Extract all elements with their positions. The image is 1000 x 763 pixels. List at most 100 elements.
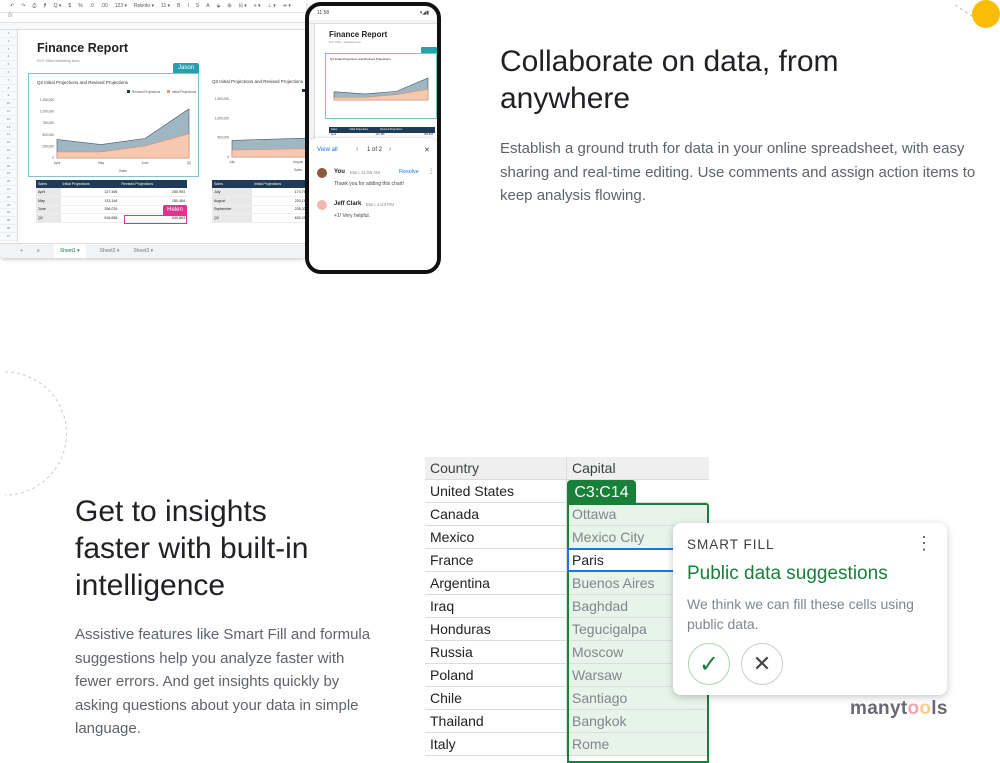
country-cell[interactable]: Iraq [425, 595, 567, 617]
avatar-you [317, 168, 327, 178]
x-axis-label: Sales [294, 168, 302, 172]
country-cell[interactable]: Canada [425, 503, 567, 525]
sheet-tab[interactable]: Sheet3 ▾ [133, 248, 153, 254]
toolbar-button[interactable]: ⬙ [217, 3, 221, 9]
table-cell[interactable]: 516,658 [60, 213, 120, 223]
initial-area [231, 148, 306, 158]
more-options-icon[interactable]: ⋮ [915, 533, 933, 554]
table-cell[interactable]: June [36, 205, 61, 214]
toolbar-button[interactable]: ⎙ [32, 3, 36, 9]
q2-chart-plot: 1,250,000 1,000,000 750,000 500,000 250,000 0… [40, 90, 197, 173]
reject-button[interactable]: ✕ [741, 643, 783, 685]
sheet-tab[interactable]: ≡ [37, 248, 40, 254]
x-axis-label: Sales [119, 169, 127, 173]
table-cell[interactable]: September [212, 205, 252, 214]
table-cell[interactable]: 150,464 [119, 196, 187, 206]
table-cell[interactable]: Q3 [212, 213, 252, 223]
toolbar-button[interactable]: ⇹ ▾ [283, 3, 291, 9]
toolbar-button[interactable]: ⁋ [43, 3, 46, 9]
table-cell[interactable]: 256,076 [60, 205, 120, 214]
close-icon: ✕ [752, 651, 772, 676]
country-cell[interactable]: Thailand [425, 710, 567, 732]
active-cell[interactable] [567, 548, 679, 572]
toolbar-button[interactable]: 123 ▾ [115, 3, 127, 9]
y-tick-label: 0 [227, 155, 229, 159]
table-cell[interactable]: 127,496 [60, 188, 120, 197]
country-cell[interactable]: Mexico [425, 526, 567, 548]
toolbar-button[interactable]: % [78, 3, 82, 9]
table-cell[interactable]: July [212, 188, 252, 197]
table-cell[interactable]: April [36, 188, 61, 197]
next-comment-button[interactable]: › [389, 146, 391, 153]
prev-comment-button[interactable]: ‹ [356, 146, 358, 153]
toolbar-button[interactable]: B [177, 3, 180, 9]
row-number: 4 [0, 53, 17, 62]
legend-entry: Initial Projections [172, 90, 197, 94]
toolbar-button[interactable]: ⊥ ▾ [268, 3, 276, 9]
toolbar-button[interactable]: I [187, 3, 188, 9]
accept-button[interactable]: ✓ [688, 643, 730, 685]
table-cell[interactable]: 220,199 [252, 196, 306, 206]
table-cell[interactable]: 174,753 [252, 188, 306, 197]
row-headers: 1 2 3 4 5 6 7 8 9 10 11 12 13 14 15 16 17 18 19 20 21 22 23 24 2… [0, 30, 18, 242]
country-cell[interactable]: Chile [425, 687, 567, 709]
y-tick-label: 500,000 [217, 136, 229, 140]
toolbar-button[interactable]: ↷ [21, 3, 25, 9]
q2-chart-title: Q2 Initial Projections and Revised Proje… [37, 80, 129, 85]
row-number: 5 [0, 61, 17, 69]
phone-report-title: Finance Report [329, 30, 388, 39]
table-row: April 127,496 250,993 [36, 188, 187, 197]
table-row: May 133,146 150,464 [36, 196, 187, 206]
toolbar-button[interactable]: .0 [90, 3, 94, 9]
sheet-tab[interactable]: Sheet1 ▾ [53, 244, 86, 258]
header-row: Country Capital [425, 457, 709, 480]
toolbar-button[interactable]: S [196, 3, 199, 9]
table-cell[interactable]: August [212, 196, 252, 206]
country-cell[interactable]: Russia [425, 641, 567, 663]
toolbar-button[interactable]: Q ▾ [54, 3, 62, 9]
toolbar-button[interactable]: .00 [101, 3, 108, 9]
sheet-tab[interactable]: + [20, 248, 23, 254]
more-options-icon[interactable]: ⋮ [428, 168, 434, 175]
sheet-tabs: + ≡ Sheet1 ▾ Sheet2 ▾ Sheet3 ▾ [0, 243, 306, 258]
table-cell[interactable]: 250,993 [119, 188, 187, 197]
q2-chart[interactable]: Q2 Initial Projections and Revised Proje… [28, 73, 199, 177]
table-cell[interactable]: May [36, 196, 61, 206]
toolbar-button[interactable]: Roboto ▾ [134, 3, 154, 9]
resolve-button[interactable]: Resolve [399, 169, 419, 175]
toolbar-button[interactable]: A [206, 3, 209, 9]
sheet-tab[interactable]: Sheet2 ▾ [100, 248, 120, 254]
table-cell[interactable]: 630,290 [252, 213, 306, 223]
table-cell[interactable]: 133,146 [60, 196, 120, 206]
country-cell[interactable]: France [425, 549, 567, 571]
country-cell[interactable]: Poland [425, 664, 567, 686]
comment-text: +1! Very helpful. [334, 213, 370, 219]
toolbar-button[interactable]: ≡ ▾ [254, 3, 261, 9]
row-number: 10 [0, 100, 17, 108]
toolbar-button[interactable]: ⊟ ▾ [239, 3, 247, 9]
toolbar-button[interactable]: ⊞ [227, 3, 231, 9]
phone-row-headers [309, 24, 315, 139]
country-cell[interactable]: Italy [425, 733, 567, 755]
view-all-link[interactable]: View all [317, 147, 338, 153]
toolbar-button[interactable]: 11 ▾ [161, 3, 170, 9]
table-header-row: Sales Initial Projections Revised Projecti… [36, 180, 187, 188]
column-header-capital[interactable]: Capital [567, 457, 709, 479]
column-header-country[interactable]: Country [425, 457, 567, 479]
country-cell[interactable]: Argentina [425, 572, 567, 594]
toolbar-button[interactable]: $ [68, 3, 71, 9]
toolbar-button[interactable]: ↶ [10, 3, 14, 9]
y-tick-label: 750,000 [42, 121, 54, 125]
phone-chart[interactable]: Q2 Initial Projections and Revised Proje… [325, 53, 437, 119]
q3-chart[interactable]: Q3 Initial Projections and Revised Proje… [212, 73, 306, 177]
table-cell[interactable]: Q2 [36, 213, 61, 223]
formula-bar[interactable]: fx [0, 13, 306, 23]
close-icon[interactable]: ✕ [424, 146, 430, 154]
country-cell[interactable]: Honduras [425, 618, 567, 640]
country-cell[interactable]: United States [425, 480, 567, 502]
table-row: August220,199 [212, 196, 306, 206]
helen-cursor [124, 215, 187, 224]
x-tick-label: July [229, 160, 235, 164]
y-tick-label: 500,000 [42, 133, 54, 137]
table-cell[interactable]: 235,338 [252, 205, 306, 214]
